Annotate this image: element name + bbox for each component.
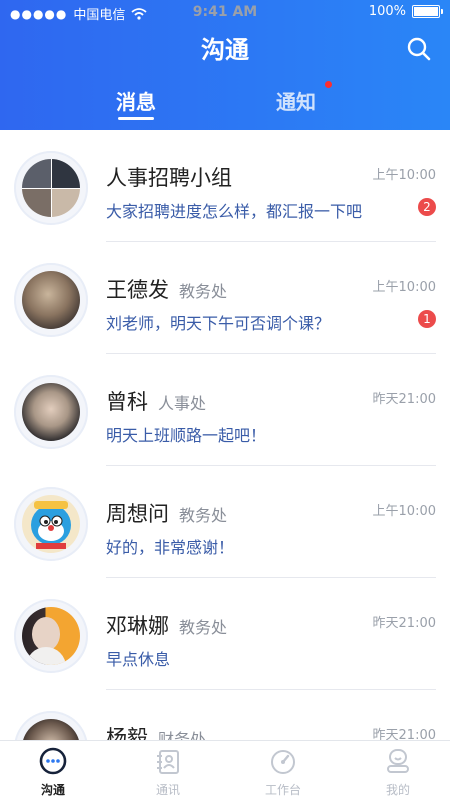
- contact-department: 财务处: [158, 730, 207, 740]
- active-tab-indicator: [118, 117, 154, 120]
- tabbar-item-me[interactable]: 我的: [353, 741, 443, 801]
- unread-badge: 2: [418, 198, 436, 216]
- avatar: [14, 711, 88, 740]
- last-message: 刘老师，明天下午可否调个课？: [106, 314, 331, 333]
- contact-department: 教务处: [179, 282, 228, 301]
- last-message: 好的，非常感谢！: [106, 538, 235, 557]
- contact-name: 周想问 教务处: [106, 498, 227, 528]
- tabbar-label: 工作台: [264, 783, 301, 797]
- tabbar-label: 通讯: [155, 783, 180, 797]
- tabbar-item-contacts[interactable]: 通讯: [123, 741, 213, 801]
- contact-name-text: 周想问: [106, 502, 169, 526]
- contact-department: 人事处: [158, 394, 207, 413]
- contact-department: 教务处: [179, 506, 228, 525]
- avatar: [14, 263, 88, 337]
- contact-name: 杨毅 财务处: [106, 722, 206, 740]
- tabbar-item-chat[interactable]: 沟通: [8, 741, 98, 801]
- page-title: 沟通: [201, 36, 249, 64]
- chat-bubble-icon: [39, 747, 67, 775]
- message-time: 上午10:00: [372, 168, 436, 183]
- avatar: [14, 375, 88, 449]
- group-avatar: [14, 151, 88, 225]
- message-time: 上午10:00: [372, 504, 436, 519]
- tabbar-label: 沟通: [40, 783, 65, 797]
- bottom-tab-bar: 沟通 通讯 工作台 我的: [0, 740, 450, 801]
- avatar: [14, 487, 88, 561]
- contact-name-text: 王德发: [106, 278, 169, 302]
- conversation-item[interactable]: 杨毅 财务处 昨天21:00: [0, 690, 450, 740]
- conversation-item[interactable]: 邓琳娜 教务处 早点休息 昨天21:00: [0, 578, 450, 690]
- conversation-item[interactable]: 周想问 教务处 好的，非常感谢！ 上午10:00: [0, 466, 450, 578]
- notification-unread-dot: [325, 81, 332, 88]
- contact-name-text: 邓琳娜: [106, 614, 169, 638]
- contact-name: 王德发 教务处: [106, 274, 227, 304]
- conversation-item[interactable]: 曾科 人事处 明天上班顺路一起吧！ 昨天21:00: [0, 354, 450, 466]
- tab-notifications[interactable]: 通知: [276, 86, 316, 115]
- cartoon-cat-icon: [31, 501, 71, 549]
- message-time: 上午10:00: [372, 280, 436, 295]
- conversation-item[interactable]: 王德发 教务处 刘老师，明天下午可否调个课？ 上午10:00 1: [0, 242, 450, 354]
- message-time: 昨天21:00: [372, 728, 436, 740]
- conversation-list[interactable]: 人事招聘小组 大家招聘进度怎么样，都汇报一下吧 上午10:00 2 王德发 教务处…: [0, 130, 450, 740]
- header-tabs: 消息 通知: [0, 86, 450, 126]
- profile-icon: [387, 749, 409, 773]
- message-time: 昨天21:00: [372, 392, 436, 407]
- conversation-item[interactable]: 人事招聘小组 大家招聘进度怎么样，都汇报一下吧 上午10:00 2: [0, 130, 450, 242]
- message-time: 昨天21:00: [372, 616, 436, 631]
- contact-department: 教务处: [179, 618, 228, 637]
- last-message: 明天上班顺路一起吧！: [106, 426, 267, 445]
- last-message: 大家招聘进度怎么样，都汇报一下吧: [106, 202, 363, 221]
- last-message: 早点休息: [106, 650, 171, 669]
- search-icon[interactable]: [406, 36, 432, 62]
- avatar: [14, 599, 88, 673]
- contact-name: 邓琳娜 教务处: [106, 610, 227, 640]
- contact-name: 人事招聘小组: [106, 166, 232, 190]
- tab-messages[interactable]: 消息: [116, 86, 156, 115]
- contacts-icon: [157, 750, 179, 774]
- tabbar-label: 我的: [385, 783, 410, 797]
- contact-name-text: 曾科: [106, 390, 148, 414]
- battery-icon: [412, 5, 443, 18]
- contact-name-text: 杨毅: [106, 726, 148, 740]
- dashboard-gauge-icon: [271, 750, 295, 774]
- tabbar-item-workbench[interactable]: 工作台: [238, 741, 328, 801]
- contact-name: 曾科 人事处: [106, 386, 206, 416]
- app-header: ●●●●● 中国电信 9:41 AM 100% 沟通 消息 通知: [0, 0, 450, 130]
- status-bar: ●●●●● 中国电信 9:41 AM 100%: [0, 0, 450, 24]
- battery-percentage: 100%: [368, 4, 406, 19]
- unread-badge: 1: [418, 310, 436, 328]
